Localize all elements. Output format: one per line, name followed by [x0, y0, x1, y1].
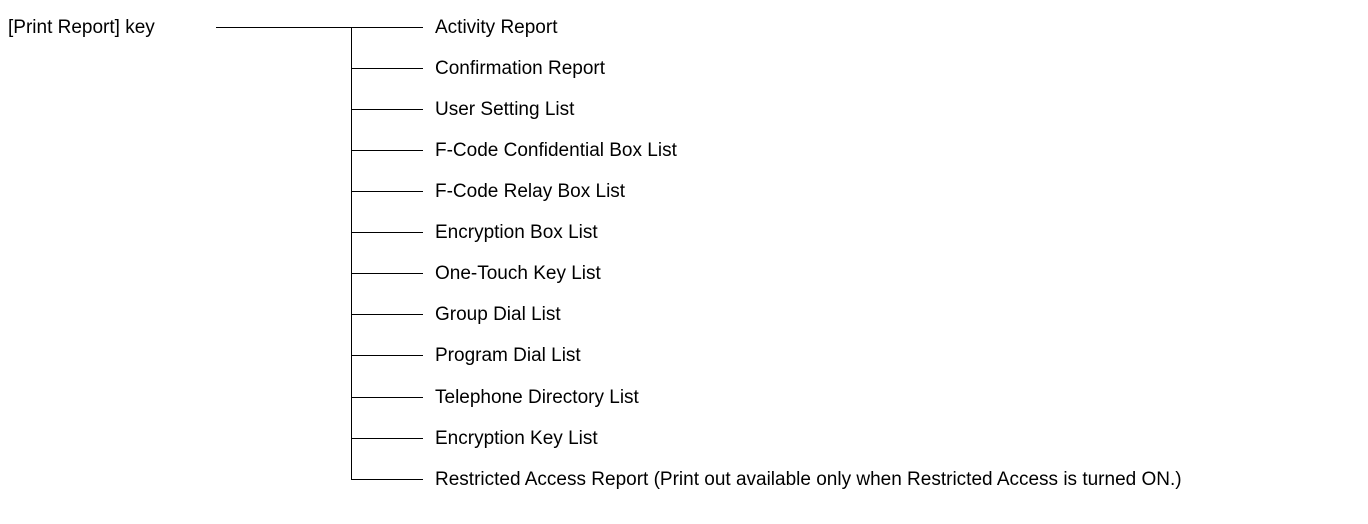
branch-line	[351, 150, 423, 151]
root-node-label: [Print Report] key	[8, 17, 155, 38]
branch-line	[351, 479, 423, 480]
branch-line	[351, 314, 423, 315]
tree-item-user-setting-list: User Setting List	[435, 99, 575, 120]
branch-line	[351, 438, 423, 439]
tree-item-restricted-access-report: Restricted Access Report (Print out avai…	[435, 469, 1182, 490]
tree-trunk-line	[351, 27, 352, 479]
tree-item-fcode-relay-box-list: F-Code Relay Box List	[435, 181, 626, 202]
branch-line	[351, 232, 423, 233]
branch-line	[351, 273, 423, 274]
root-connector-line	[216, 27, 351, 28]
tree-item-program-dial-list: Program Dial List	[435, 345, 581, 366]
tree-item-telephone-directory-list: Telephone Directory List	[435, 387, 639, 408]
tree-item-one-touch-key-list: One-Touch Key List	[435, 263, 601, 284]
tree-item-activity-report: Activity Report	[435, 17, 558, 38]
tree-item-fcode-confidential-box-list: F-Code Confidential Box List	[435, 140, 677, 161]
tree-item-confirmation-report: Confirmation Report	[435, 58, 606, 79]
branch-line	[351, 68, 423, 69]
tree-item-encryption-box-list: Encryption Box List	[435, 222, 598, 243]
tree-item-encryption-key-list: Encryption Key List	[435, 428, 598, 449]
tree-item-group-dial-list: Group Dial List	[435, 304, 561, 325]
branch-line	[351, 355, 423, 356]
branch-line	[351, 191, 423, 192]
branch-line	[351, 109, 423, 110]
branch-line	[351, 27, 423, 28]
branch-line	[351, 397, 423, 398]
